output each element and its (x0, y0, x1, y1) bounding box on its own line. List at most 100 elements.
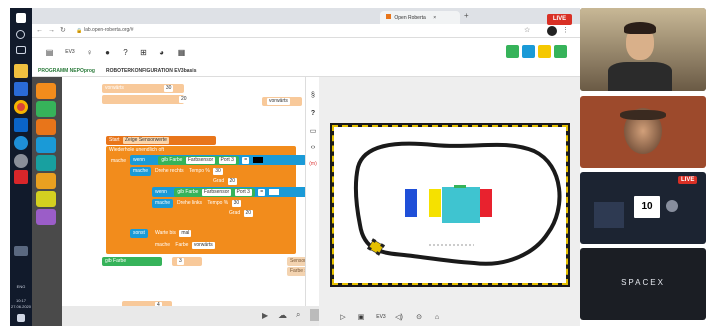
block-tempo-value[interactable]: 30 (213, 168, 223, 175)
profile-avatar[interactable] (547, 26, 557, 36)
language-indicator[interactable]: ENG (10, 284, 32, 289)
category-colors[interactable] (36, 191, 56, 207)
category-action[interactable] (36, 83, 56, 99)
settings-icon[interactable] (14, 154, 28, 168)
category-variables[interactable] (36, 209, 56, 225)
gallery-icon[interactable]: ⊞ (138, 47, 149, 58)
files-icon[interactable] (14, 246, 28, 256)
star-icon[interactable]: ☆ (524, 27, 530, 35)
chrome-icon[interactable] (14, 100, 28, 114)
block-degrees-2[interactable]: Grad 20 (226, 209, 266, 217)
block-drive-top[interactable]: vorwärts 30 (102, 84, 184, 93)
acrobat-icon[interactable] (14, 170, 28, 184)
block-farbe[interactable]: mache Farbe vorwärts (152, 241, 262, 250)
notification-icon[interactable] (17, 314, 25, 322)
windows-icon[interactable] (16, 13, 26, 23)
search-icon[interactable] (16, 30, 25, 39)
ev3-label[interactable]: EV3 (373, 312, 389, 323)
block-equals-2[interactable]: = (258, 189, 266, 196)
reload-icon[interactable]: ↻ (60, 27, 66, 35)
code-view-icon[interactable]: § (307, 91, 319, 101)
play-icon[interactable]: ▶ (262, 311, 268, 320)
category-logic[interactable] (36, 137, 56, 153)
forward-icon[interactable]: → (48, 27, 55, 35)
block-port-2-field[interactable]: Port 3 (234, 189, 252, 196)
clock-date[interactable]: 27.06.2020 (10, 304, 32, 309)
store-icon[interactable] (14, 82, 28, 96)
block-drive-value-2[interactable]: 20 (179, 96, 189, 103)
block-wait-value[interactable]: mal (179, 230, 192, 237)
live-badge: LIVE (547, 14, 572, 25)
category-sensors[interactable] (36, 101, 56, 117)
clock-time[interactable]: 10:17 (10, 298, 32, 303)
expand-icon[interactable]: ‹› (307, 143, 319, 153)
edge-icon[interactable] (14, 136, 28, 150)
close-icon[interactable]: × (433, 15, 436, 21)
block-color-sensor-2[interactable]: gib Farbe Farbsensor Port 3 (174, 188, 255, 197)
user-icon[interactable]: ● (102, 47, 113, 58)
sim-badge-icon[interactable]: (m) (307, 159, 319, 169)
zoom-icon[interactable]: ⌕ (296, 310, 300, 320)
block-start-var[interactable]: Zeige Sensorwerte (122, 137, 169, 144)
file-explorer-icon[interactable] (14, 64, 28, 78)
simulation-stage[interactable] (330, 123, 570, 287)
new-tab-button[interactable]: + (464, 11, 469, 20)
help-icon[interactable]: ? (120, 47, 131, 58)
block-right[interactable]: vorwärts (262, 97, 302, 106)
grid-icon[interactable]: ▦ (176, 47, 187, 58)
menu-icon[interactable]: ⋮ (562, 27, 569, 35)
participant-video-1[interactable] (580, 8, 706, 91)
back-icon[interactable]: ← (36, 27, 43, 35)
mail-icon[interactable] (14, 118, 28, 132)
category-text[interactable] (36, 173, 56, 189)
block-tempo-2-value[interactable]: 30 (231, 200, 242, 207)
play-icon[interactable]: ▷ (337, 312, 349, 323)
block-right-value[interactable]: vorwärts (267, 98, 290, 105)
block-farbe-value[interactable]: vorwärts (191, 242, 215, 249)
location-icon[interactable]: ⊙ (413, 312, 425, 323)
tab-robot-config[interactable]: ROBOTERKONFIGURATION EV3basis (106, 68, 196, 74)
block-gib-farbe-loose[interactable]: gib Farbe (102, 257, 162, 266)
cloud-icon[interactable]: ☁ (278, 310, 287, 321)
block-degrees-value[interactable]: 20 (227, 178, 238, 185)
block-if[interactable]: wenn gib Farbe Farbsensor Port 3 = (130, 155, 306, 165)
globe-icon[interactable]: ◕ (156, 47, 167, 58)
url-input[interactable]: lab.open-roberta.org/# (84, 27, 133, 33)
robot-label[interactable]: EV3 (62, 47, 78, 58)
program-icon[interactable]: ▤ (44, 47, 55, 58)
cyan-obstacle (442, 187, 480, 223)
tab-program[interactable]: PROGRAMM NEPOprog (38, 68, 95, 74)
block-start[interactable]: Start Zeige Sensorwerte (106, 136, 216, 145)
color-swatch-white[interactable] (268, 188, 279, 195)
block-loose-value-field[interactable]: 3 (177, 258, 184, 265)
home-icon[interactable]: ⌂ (431, 312, 443, 323)
participant-video-4[interactable]: SPACEX (580, 248, 706, 320)
participant-video-2[interactable] (580, 96, 706, 168)
category-control[interactable] (36, 119, 56, 135)
color-swatch-black[interactable] (252, 156, 263, 163)
image-icon[interactable]: ▣ (355, 312, 367, 323)
block-colorsensor-field[interactable]: Farbsensor (185, 157, 216, 164)
participant-video-3[interactable]: LIVE 10 (580, 172, 706, 244)
help-question-icon[interactable]: ? (307, 109, 319, 119)
block-if-2[interactable]: wenn gib Farbe Farbsensor Port 3 = (152, 187, 330, 197)
comment-icon[interactable]: ▭ (307, 127, 319, 137)
block-turn-right[interactable]: Drehe rechts Tempo % 30 (152, 167, 272, 176)
block-drive-value[interactable]: 30 (163, 85, 174, 92)
block-colorsensor-2-field[interactable]: Farbsensor (201, 189, 232, 196)
task-view-icon[interactable] (16, 46, 26, 54)
blockly-workspace[interactable]: vorwärts 30 20 vorwärts Start Zeige Senso… (62, 77, 337, 326)
block-wait[interactable]: Warte bis mal (152, 229, 222, 238)
block-degrees-2-value[interactable]: 20 (243, 210, 254, 217)
block-loose-value[interactable]: 3 (172, 257, 202, 266)
category-math[interactable] (36, 155, 56, 171)
sound-icon[interactable]: ◁) (393, 312, 405, 323)
block-equals[interactable]: = (242, 157, 250, 164)
block-degrees-1[interactable]: Grad 20 (210, 177, 250, 185)
lightbulb-icon[interactable]: ♀ (84, 47, 95, 58)
block-drive-top-2[interactable]: 20 (102, 95, 189, 104)
block-turn-left[interactable]: Drehe links Tempo % 30 (174, 199, 284, 208)
block-color-sensor[interactable]: gib Farbe Farbsensor Port 3 (158, 156, 239, 165)
block-port-field[interactable]: Port 3 (218, 157, 236, 164)
browser-tab-open-roberta[interactable]: Open Roberta × (380, 11, 460, 24)
